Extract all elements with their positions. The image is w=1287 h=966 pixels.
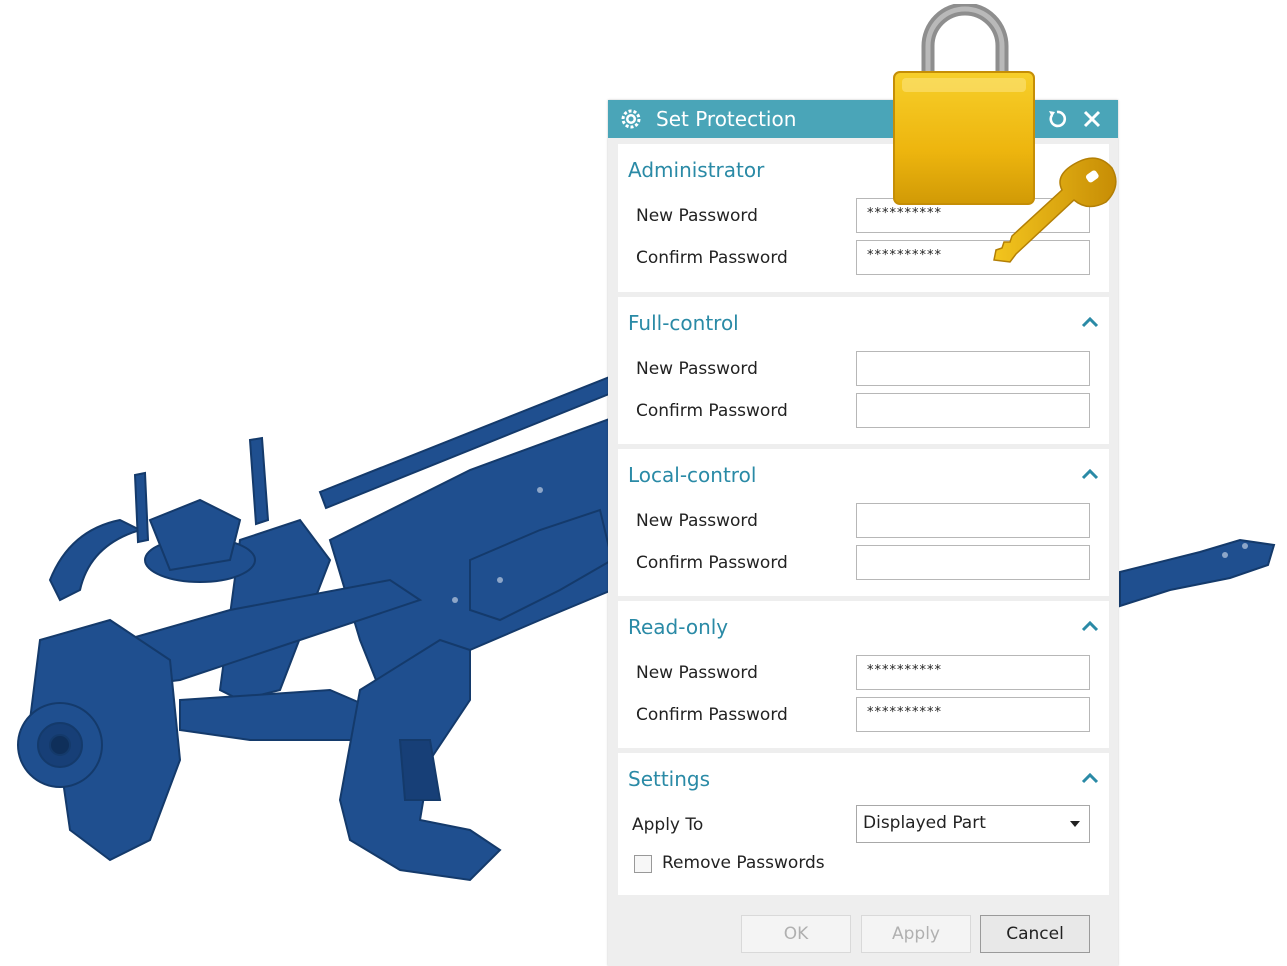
apply-to-select[interactable]: Displayed Part bbox=[856, 805, 1090, 843]
apply-to-selected-value: Displayed Part bbox=[863, 813, 986, 833]
key-icon bbox=[993, 157, 1117, 263]
apply-button[interactable]: Apply bbox=[861, 915, 971, 953]
local-control-confirm-password-field[interactable] bbox=[856, 545, 1090, 580]
dropdown-arrow-icon bbox=[1070, 821, 1080, 827]
gear-icon bbox=[621, 109, 641, 129]
read-only-confirm-password-field[interactable]: ********** bbox=[856, 697, 1090, 732]
chevron-up-icon[interactable] bbox=[1081, 771, 1099, 785]
dialog-title: Set Protection bbox=[656, 107, 797, 131]
local-control-group-title: Local-control bbox=[628, 463, 757, 487]
settings-group: Settings Apply To Displayed Part Remove … bbox=[618, 753, 1109, 895]
chevron-up-icon[interactable] bbox=[1081, 467, 1099, 481]
local-control-new-password-field[interactable] bbox=[856, 503, 1090, 538]
administrator-new-password-label: New Password bbox=[636, 206, 758, 226]
cancel-button[interactable]: Cancel bbox=[980, 915, 1090, 953]
full-control-group-title: Full-control bbox=[628, 311, 739, 335]
remove-passwords-label: Remove Passwords bbox=[662, 853, 825, 873]
ok-button[interactable]: OK bbox=[741, 915, 851, 953]
read-only-group-title: Read-only bbox=[628, 615, 729, 639]
local-control-group: Local-control New Password Confirm Passw… bbox=[618, 449, 1109, 596]
read-only-confirm-password-label: Confirm Password bbox=[636, 705, 788, 725]
full-control-confirm-password-field[interactable] bbox=[856, 393, 1090, 428]
administrator-confirm-password-label: Confirm Password bbox=[636, 248, 788, 268]
full-control-new-password-field[interactable] bbox=[856, 351, 1090, 386]
read-only-group: Read-only New Password ********** Confir… bbox=[618, 601, 1109, 748]
read-only-new-password-label: New Password bbox=[636, 663, 758, 683]
full-control-group: Full-control New Password Confirm Passwo… bbox=[618, 297, 1109, 444]
settings-group-title: Settings bbox=[628, 767, 711, 791]
chevron-up-icon[interactable] bbox=[1081, 619, 1099, 633]
local-control-new-password-label: New Password bbox=[636, 511, 758, 531]
full-control-new-password-label: New Password bbox=[636, 359, 758, 379]
remove-passwords-checkbox[interactable] bbox=[634, 855, 652, 873]
full-control-confirm-password-label: Confirm Password bbox=[636, 401, 788, 421]
local-control-confirm-password-label: Confirm Password bbox=[636, 553, 788, 573]
read-only-new-password-field[interactable]: ********** bbox=[856, 655, 1090, 690]
apply-to-label: Apply To bbox=[632, 815, 704, 835]
administrator-group-title: Administrator bbox=[628, 158, 765, 182]
chevron-up-icon[interactable] bbox=[1081, 315, 1099, 329]
